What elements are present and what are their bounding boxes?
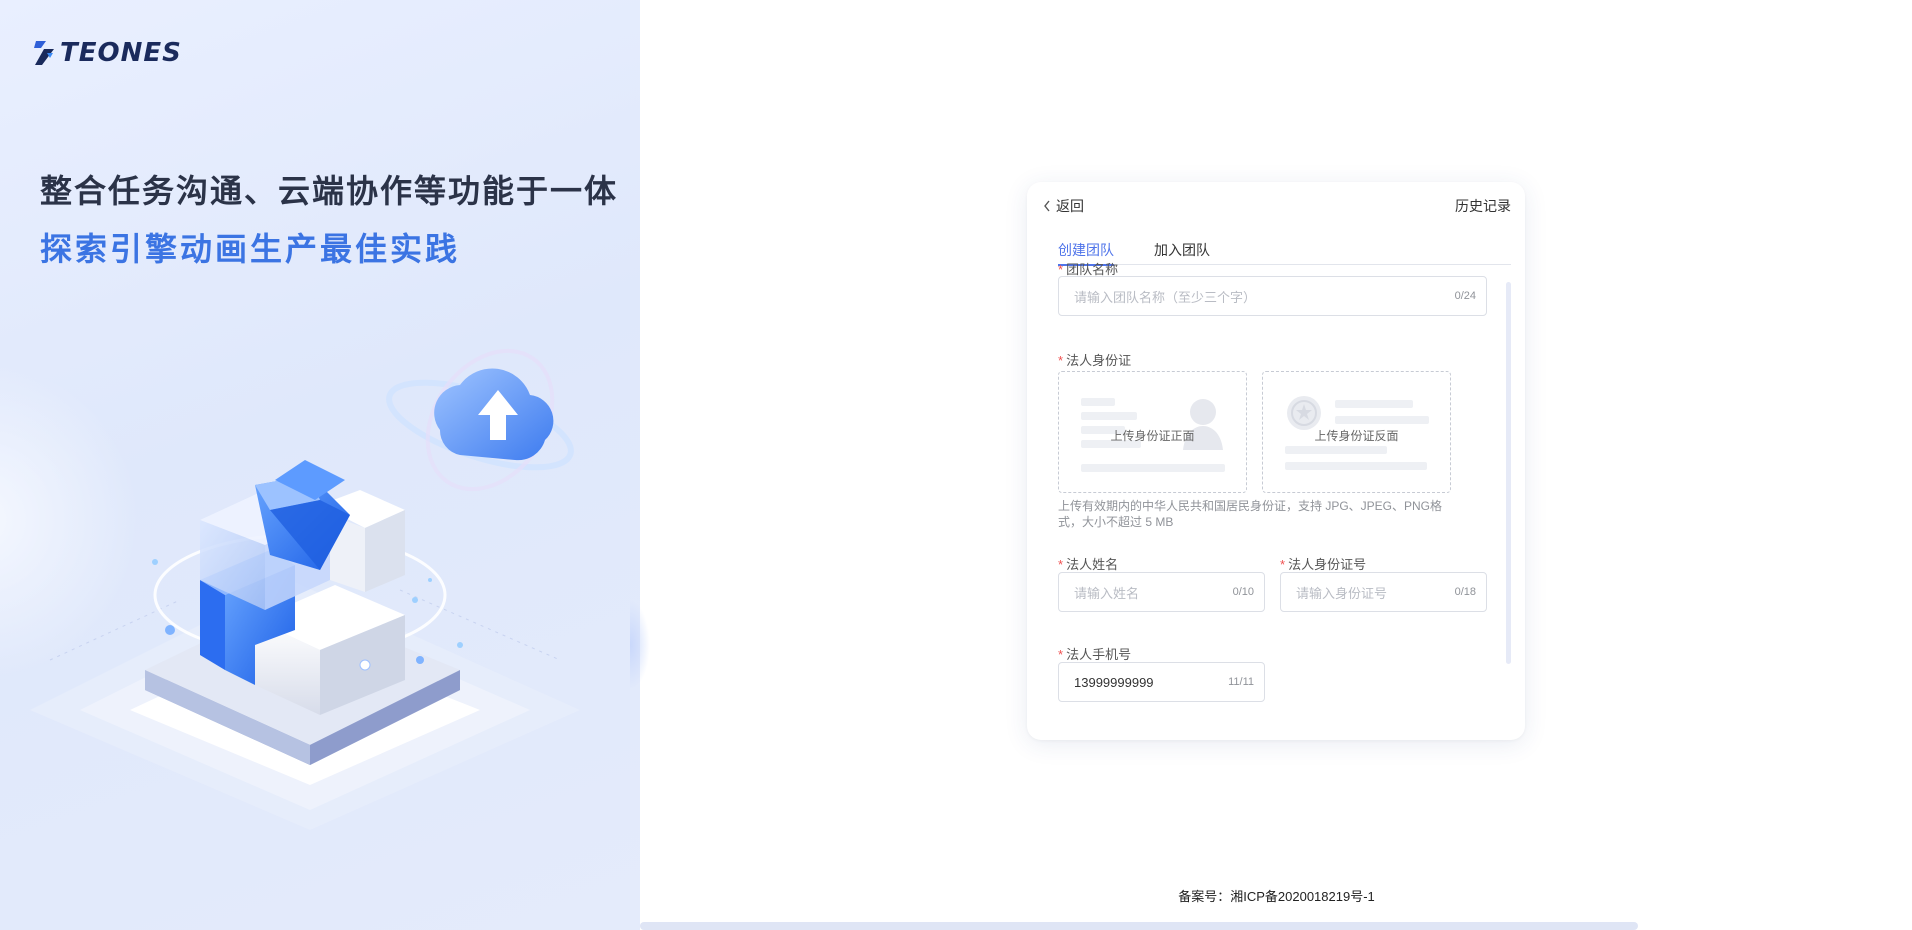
- required-mark: *: [1280, 557, 1286, 572]
- hero-panel: TEONES 整合任务沟通、云端协作等功能于一体 探索引擎动画生产最佳实践: [0, 0, 640, 930]
- id-back-line: [1335, 400, 1413, 408]
- legal-id-number-label: * 法人身份证号: [1280, 557, 1367, 572]
- required-mark: *: [1058, 353, 1064, 368]
- legal-phone-input[interactable]: 13999999999 11/11: [1058, 662, 1265, 702]
- legal-phone-value: 13999999999: [1074, 674, 1154, 690]
- legal-id-number-placeholder: 请输入身份证号: [1296, 585, 1388, 601]
- team-name-placeholder: 请输入团队名称（至少三个字）: [1074, 289, 1257, 305]
- page-horizontal-scrollbar[interactable]: [640, 922, 1638, 930]
- legal-id-label: * 法人身份证: [1058, 353, 1132, 368]
- hero-subtitle: 探索引擎动画生产最佳实践: [40, 231, 461, 267]
- icp-record[interactable]: 备案号：湘ICP备2020018219号-1: [0, 886, 1912, 905]
- upload-front-label: 上传身份证正面: [1110, 429, 1195, 443]
- legal-phone-label: * 法人手机号: [1058, 647, 1132, 662]
- back-label: 返回: [1056, 198, 1084, 214]
- create-team-card: 返回 历史记录 创建团队 加入团队 * 团队名称 请输入团队名称（至少三个字） 0…: [1027, 182, 1525, 740]
- required-mark: *: [1058, 262, 1064, 277]
- upload-id-back[interactable]: 上传身份证反面: [1262, 371, 1451, 493]
- logo-text: TEONES: [60, 38, 182, 68]
- id-back-line: [1335, 416, 1429, 424]
- required-mark: *: [1058, 557, 1064, 572]
- cube-cloud-illustration: [30, 348, 580, 830]
- legal-name-input[interactable]: 请输入姓名 0/10: [1058, 572, 1265, 612]
- card-header: 返回 历史记录: [1043, 195, 1511, 217]
- legal-name-placeholder: 请输入姓名: [1074, 585, 1140, 601]
- chevron-left-icon: [1044, 200, 1050, 212]
- legal-name-label: * 法人姓名: [1058, 557, 1119, 572]
- side-glow: [630, 600, 650, 690]
- id-front-line: [1081, 398, 1115, 406]
- form-scrollbar[interactable]: [1506, 282, 1511, 664]
- upload-hint: 上传有效期内的中华人民共和国居民身份证，支持 JPG、JPEG、PNG格式，大小…: [1058, 499, 1443, 529]
- legal-id-number-counter: 0/18: [1454, 586, 1476, 598]
- team-name-input[interactable]: 请输入团队名称（至少三个字） 0/24: [1058, 276, 1487, 316]
- upload-back-label: 上传身份证反面: [1314, 429, 1399, 443]
- hero-title: 整合任务沟通、云端协作等功能于一体: [40, 173, 619, 209]
- legal-id-number-input[interactable]: 请输入身份证号 0/18: [1280, 572, 1487, 612]
- legal-phone-counter: 11/11: [1228, 676, 1254, 688]
- id-front-line: [1081, 412, 1137, 420]
- legal-name-counter: 0/10: [1232, 586, 1254, 598]
- upload-id-front[interactable]: 上传身份证正面: [1058, 371, 1247, 493]
- id-back-line: [1285, 462, 1427, 470]
- form-scroll-area[interactable]: * 团队名称 请输入团队名称（至少三个字） 0/24 * 法人身份证 上传身份证正面: [1058, 262, 1501, 720]
- id-front-line: [1081, 464, 1225, 472]
- team-name-counter: 0/24: [1454, 290, 1476, 302]
- history-link[interactable]: 历史记录: [1455, 196, 1511, 216]
- id-back-line: [1285, 446, 1387, 454]
- team-tabs: 创建团队 加入团队: [1058, 237, 1511, 266]
- logo-mark-icon: [34, 41, 54, 65]
- required-mark: *: [1058, 647, 1064, 662]
- back-button[interactable]: 返回: [1043, 196, 1084, 216]
- tab-join-team[interactable]: 加入团队: [1154, 237, 1210, 265]
- brand-logo[interactable]: TEONES: [32, 38, 182, 68]
